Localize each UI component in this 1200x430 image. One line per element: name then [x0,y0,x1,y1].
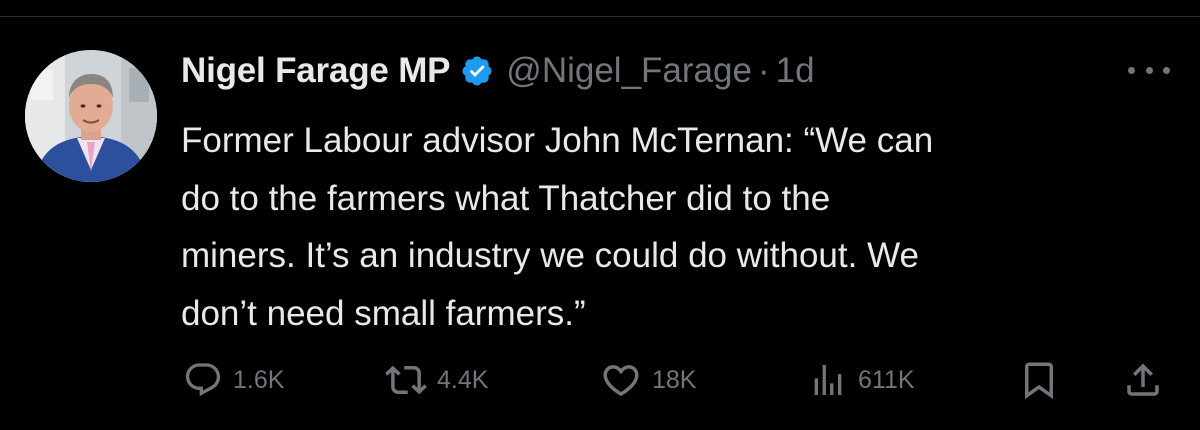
views-count: 611K [858,365,915,394]
more-options-icon[interactable] [1128,60,1170,80]
share-button[interactable] [1122,358,1164,402]
like-count: 18K [652,365,697,394]
timestamp[interactable]: 1d [776,51,815,91]
speech-bubble-icon [185,363,221,397]
views-button[interactable]: 611K [808,358,915,402]
bar-chart-icon [814,365,842,395]
retweet-button[interactable]: 4.4K [385,358,488,402]
user-handle[interactable]: @Nigel_Farage [506,51,752,91]
display-name[interactable]: Nigel Farage MP [181,51,450,91]
heart-icon [603,365,639,397]
tweet-text-line: don’t need small farmers.” [181,293,586,333]
bookmark-button[interactable] [1018,358,1060,402]
tweet-text: Former Labour advisor John McTernan: “We… [181,112,1171,342]
action-bar: 1.6K 4.4K 18K 611K [0,358,1200,402]
bookmark-icon [1025,362,1053,400]
tweet-text-line: Former Labour advisor John McTernan: “We… [181,121,934,160]
share-icon [1127,363,1159,396]
verified-badge-icon[interactable] [460,54,494,88]
top-divider [0,16,1200,17]
retweet-icon [385,365,427,395]
tweet-header: Nigel Farage MP @Nigel_Farage · 1d [181,48,815,94]
avatar-photo [25,50,157,182]
retweet-count: 4.4K [437,365,489,394]
avatar[interactable] [25,50,157,182]
reply-count: 1.6K [233,365,285,394]
reply-button[interactable]: 1.6K [183,358,284,402]
tweet-text-line: miners. It’s an industry we could do wit… [181,236,919,275]
tweet-text-line: do to the farmers what Thatcher did to t… [181,178,831,218]
separator-dot: · [757,51,770,90]
like-button[interactable]: 18K [600,358,696,402]
